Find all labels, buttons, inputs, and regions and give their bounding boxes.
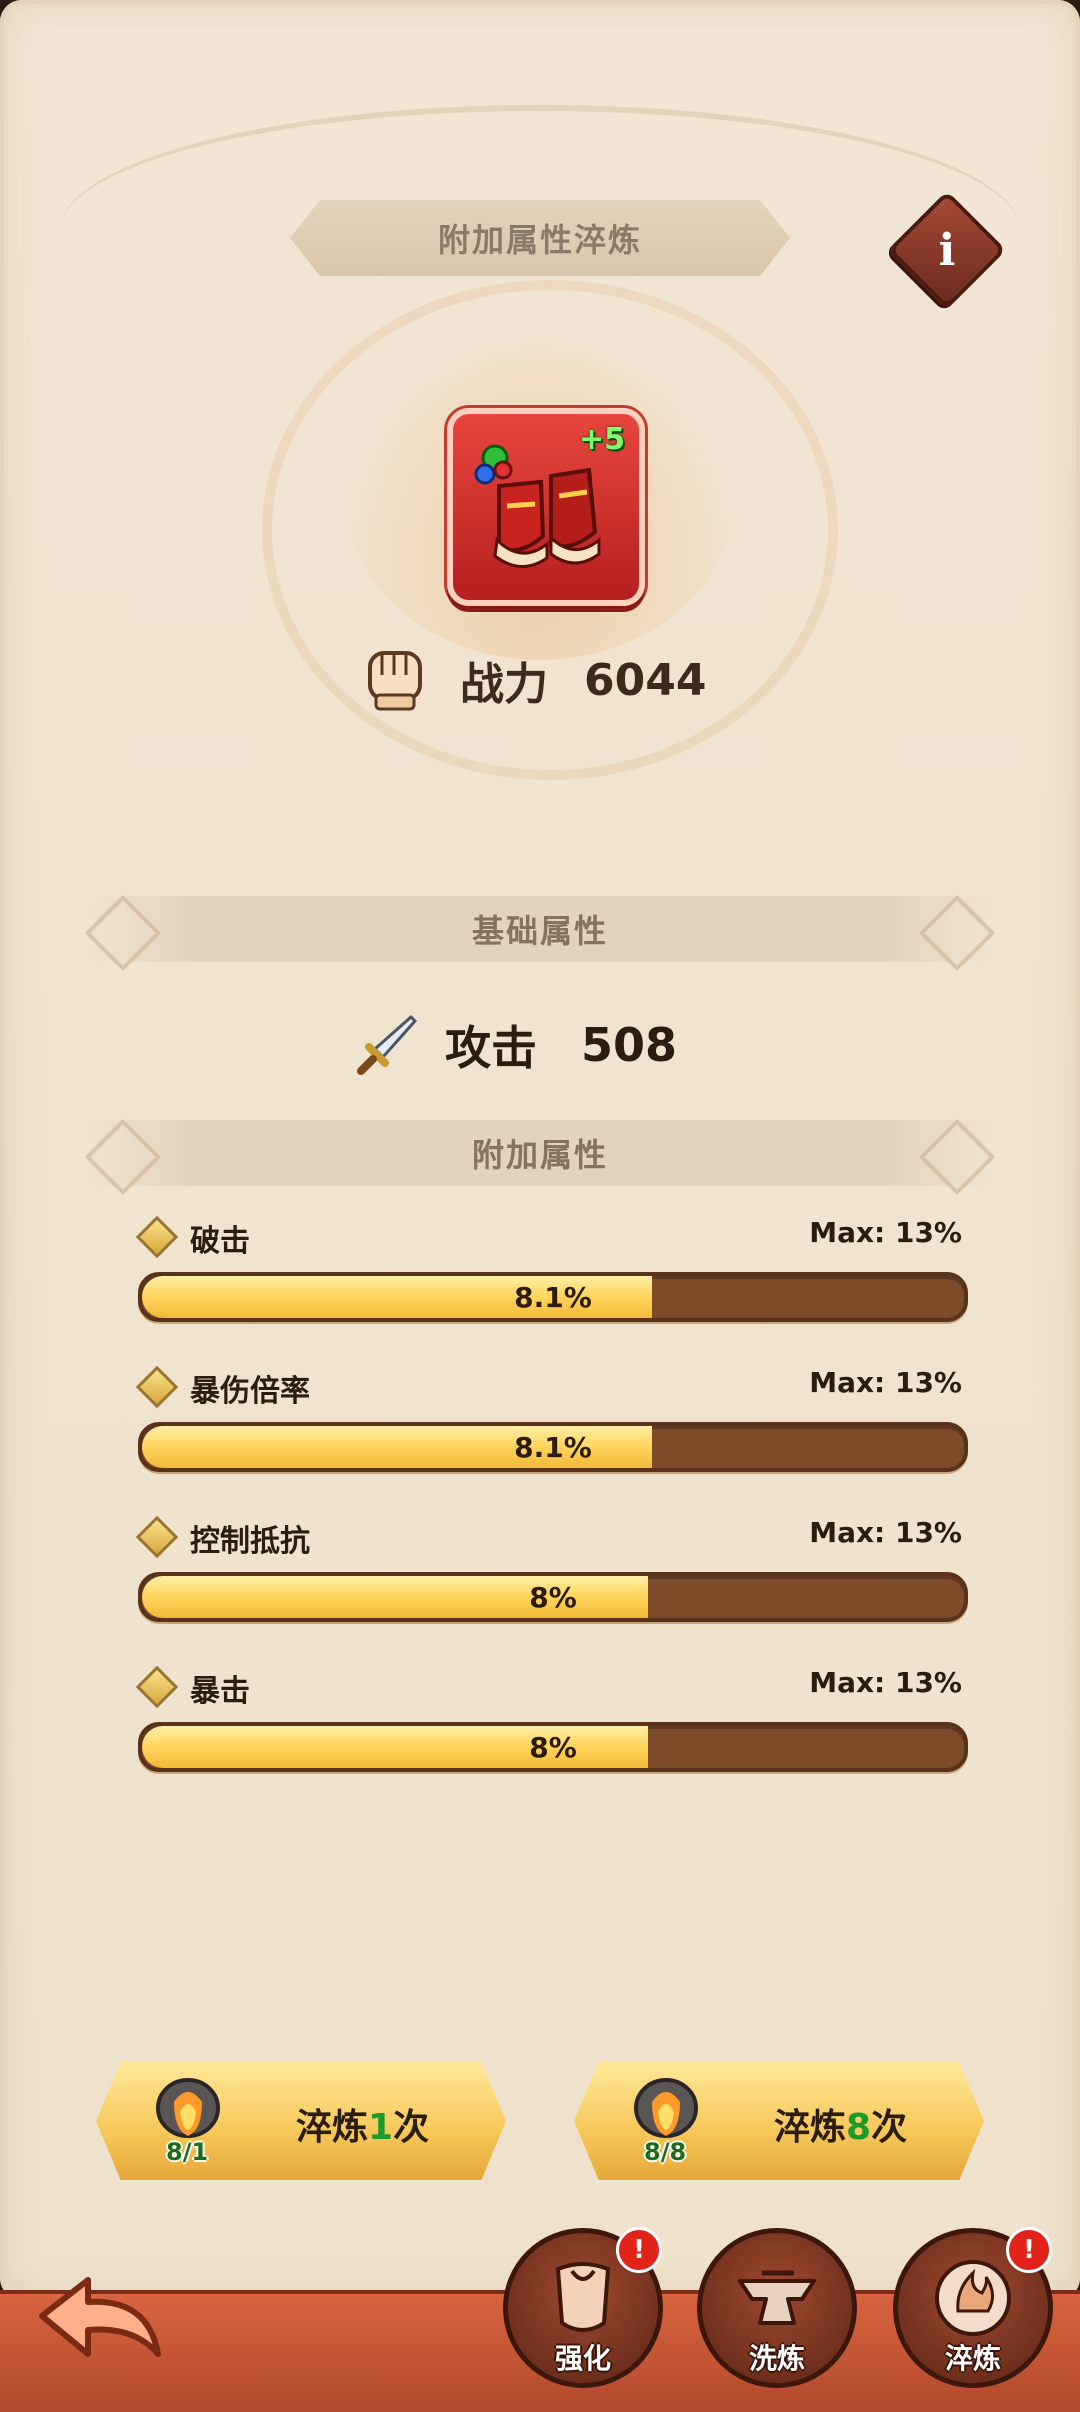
- nav-reforge-button[interactable]: 洗炼: [697, 2228, 857, 2388]
- stat-name: 破击: [190, 1224, 250, 1259]
- back-arrow-icon[interactable]: [30, 2268, 170, 2378]
- refine-once-label: 淬炼1次: [296, 2107, 430, 2148]
- diamond-icon: [135, 1515, 179, 1559]
- red-boots-icon: [474, 444, 601, 568]
- refine-once-button[interactable]: 8/1 淬炼1次: [96, 2062, 506, 2180]
- alert-badge: !: [1006, 2227, 1052, 2273]
- refine-eight-button[interactable]: 8/8 淬炼8次: [574, 2062, 984, 2180]
- page-title: 附加属性淬炼: [290, 200, 790, 276]
- stat-max: Max: 13%: [809, 1366, 962, 1399]
- stat-progress-bar: 8%: [138, 1572, 968, 1622]
- extra-attributes-header: 附加属性: [90, 1120, 990, 1186]
- refine-eight-label: 淬炼8次: [774, 2107, 908, 2148]
- stat-name: 暴伤倍率: [190, 1374, 310, 1409]
- alert-badge: !: [616, 2227, 662, 2273]
- attack-label: 攻击: [445, 1021, 537, 1075]
- stat-row-break: 破击 Max: 13% 8.1%: [135, 1212, 968, 1322]
- extra-attributes-title: 附加属性: [471, 1136, 608, 1174]
- nav-enhance-label: 强化: [554, 2342, 611, 2375]
- attack-row: 攻击 508: [355, 1000, 677, 1090]
- armor-icon: [555, 2262, 611, 2332]
- stat-value: 8%: [529, 1730, 577, 1764]
- equipment-slot[interactable]: +5: [447, 408, 645, 606]
- base-attributes-title: 基础属性: [471, 912, 608, 950]
- stat-value: 8.1%: [514, 1430, 592, 1464]
- stat-row-crit: 暴击 Max: 13% 8%: [135, 1662, 968, 1772]
- stat-row-control-resist: 控制抵抗 Max: 13% 8%: [135, 1512, 968, 1622]
- stat-progress-bar: 8%: [138, 1722, 968, 1772]
- diamond-icon: [135, 1365, 179, 1409]
- nav-enhance-button[interactable]: 强化 !: [503, 2227, 663, 2388]
- stat-progress-bar: 8.1%: [138, 1422, 968, 1472]
- info-icon: i: [938, 224, 956, 276]
- stat-value: 8.1%: [514, 1280, 592, 1314]
- diamond-icon: [135, 1215, 179, 1259]
- fist-icon: [368, 651, 422, 711]
- diamond-icon: [135, 1665, 179, 1709]
- stat-value: 8%: [529, 1580, 577, 1614]
- stat-row-crit-damage: 暴伤倍率 Max: 13% 8.1%: [135, 1362, 968, 1472]
- enhance-level: +5: [578, 422, 625, 457]
- power-value: 6044: [584, 654, 707, 706]
- nav-refine-label: 淬炼: [944, 2342, 1001, 2375]
- stat-max: Max: 13%: [809, 1516, 962, 1549]
- anvil-icon: [738, 2270, 816, 2325]
- refine-count: 8/8: [644, 2138, 687, 2166]
- refine-count: 8/1: [166, 2138, 209, 2166]
- stat-max: Max: 13%: [809, 1666, 962, 1699]
- nav-reforge-label: 洗炼: [748, 2342, 805, 2375]
- sword-icon: [357, 1014, 418, 1075]
- attack-value: 508: [581, 1018, 678, 1072]
- stat-name: 控制抵抗: [190, 1524, 310, 1559]
- stat-max: Max: 13%: [809, 1216, 962, 1249]
- fire-emblem-icon: [935, 2260, 1011, 2336]
- stat-name: 暴击: [190, 1674, 250, 1709]
- nav-refine-button[interactable]: 淬炼 !: [893, 2227, 1053, 2388]
- power-label: 战力: [460, 659, 548, 710]
- stat-progress-bar: 8.1%: [138, 1272, 968, 1322]
- base-attributes-header: 基础属性: [90, 896, 990, 962]
- power-row: 战力 6044: [360, 640, 706, 720]
